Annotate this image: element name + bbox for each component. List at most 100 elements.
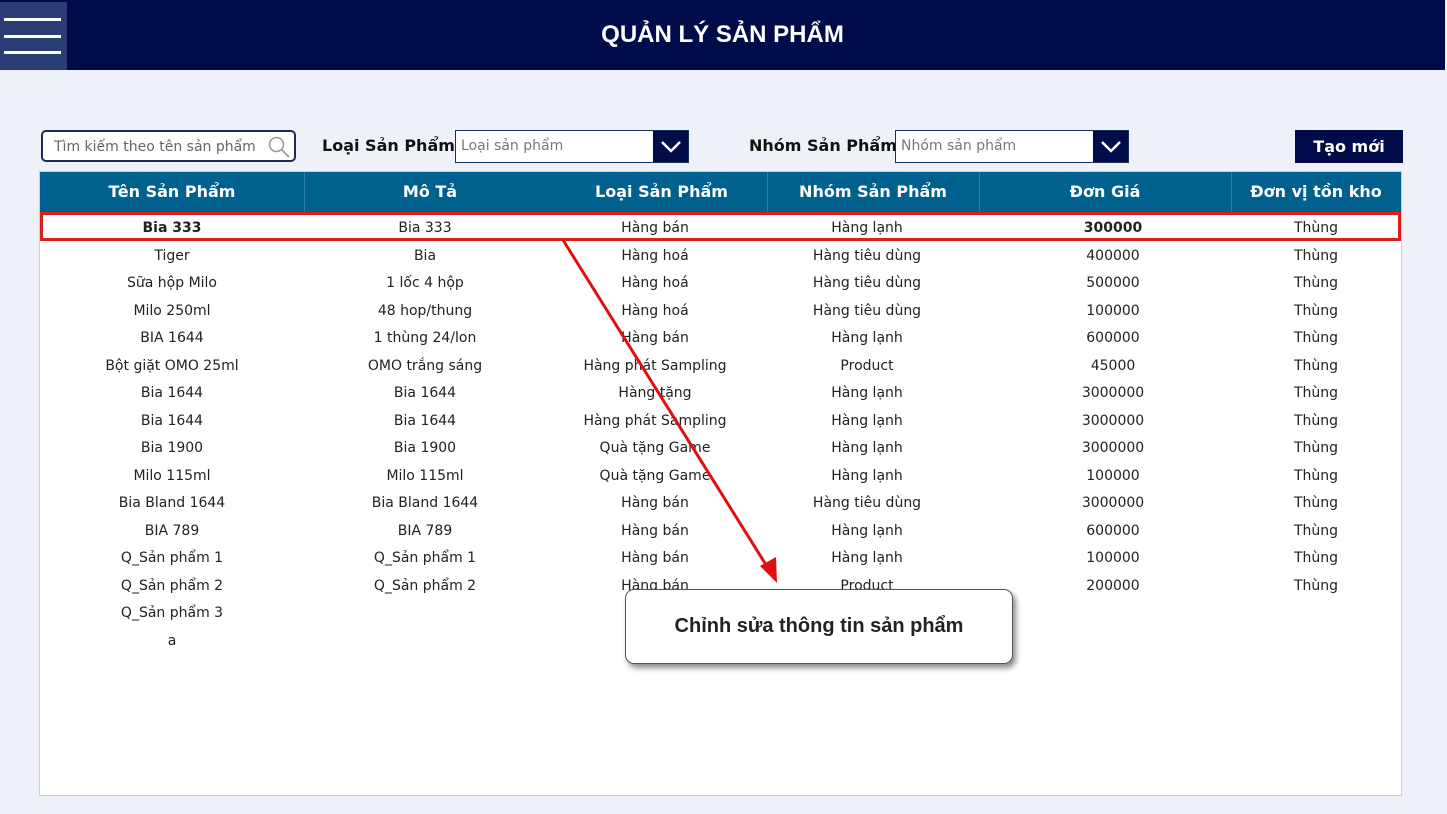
- cell-unit: Thùng: [1293, 275, 1339, 291]
- cell-name: BIA 1644: [140, 330, 204, 346]
- cell-unit: Thùng: [1293, 247, 1339, 264]
- table-row[interactable]: BIA 789 BIA 789 Hàng bán Hàng lạnh 600000 Thù…: [40, 517, 1401, 545]
- column-header-unit[interactable]: Đơn vị tồn kho: [1231, 172, 1401, 212]
- table-row[interactable]: Bia 333 Bia 333 Hàng bán Hàng lạnh 300000 Thù…: [40, 214, 1401, 242]
- cell-group: Hàng tiêu dùng: [812, 247, 922, 264]
- cell-unit: Thùng: [1293, 440, 1339, 456]
- cell-type: Hàng bán: [621, 495, 689, 511]
- table-row[interactable]: Bia 1644 Bia 1644 Hàng phát Sampling Hàng l…: [40, 407, 1401, 435]
- cell-name: Sữa hộp Milo: [127, 275, 217, 291]
- cell-unit: Thùng: [1293, 550, 1339, 566]
- cell-unit: Thùng: [1293, 412, 1339, 429]
- type-filter-label: Loại Sản Phẩm: [322, 136, 455, 155]
- cell-unit: Thùng: [1293, 467, 1339, 484]
- cell-type: Quà tặng Game: [599, 467, 711, 484]
- search-input[interactable]: Tìm kiếm theo tên sản phẩm: [41, 130, 296, 162]
- cell-description: Bia: [413, 247, 437, 264]
- create-new-button[interactable]: Tạo mới: [1295, 130, 1403, 163]
- search-placeholder: Tìm kiếm theo tên sản phẩm: [54, 139, 256, 155]
- group-filter-placeholder: Nhóm sản phẩm: [901, 138, 1017, 154]
- table-row[interactable]: Sữa hộp Milo 1 lốc 4 hộp Hàng hoá Hàng tiêu…: [40, 269, 1401, 297]
- cell-type: Hàng tặng: [618, 385, 692, 401]
- cell-name: Bia 1644: [140, 385, 204, 401]
- cell-description: OMO trắng sáng: [367, 357, 483, 374]
- table-row[interactable]: Milo 115ml Milo 115ml Quà tặng Game Hàng lạ…: [40, 462, 1401, 490]
- cell-name: a: [167, 632, 177, 649]
- cell-type: Hàng phát Sampling: [583, 357, 727, 374]
- cell-unit: Thùng: [1293, 302, 1339, 319]
- cell-unit: Thùng: [1293, 330, 1339, 346]
- product-table: Tên Sản Phẩm Mô Tả Loại Sản Phẩm Nhóm Sả…: [39, 171, 1402, 796]
- table-row[interactable]: Milo 250ml 48 hop/thung Hàng hoá Hàng tiêu …: [40, 297, 1401, 325]
- cell-description: [305, 627, 545, 655]
- cell-unit: Thùng: [1293, 357, 1339, 374]
- cell-unit: Thùng: [1293, 385, 1339, 401]
- cell-type: Hàng bán: [621, 522, 689, 539]
- cell-unit: Thùng: [1293, 495, 1339, 511]
- cell-group: Hàng tiêu dùng: [812, 302, 922, 319]
- group-filter-label: Nhóm Sản Phẩm: [749, 136, 897, 155]
- cell-description: 48 hop/thung: [377, 302, 473, 319]
- cell-name: Bia 333: [142, 220, 202, 236]
- column-header-group[interactable]: Nhóm Sản Phẩm: [767, 172, 979, 212]
- cell-type: Hàng hoá: [621, 247, 689, 264]
- search-icon[interactable]: [267, 135, 291, 159]
- table-row[interactable]: Bia Bland 1644 Bia Bland 1644 Hàng bán Hàng…: [40, 489, 1401, 517]
- column-header-description[interactable]: Mô Tả: [304, 172, 556, 212]
- chevron-down-icon[interactable]: [1093, 131, 1128, 162]
- table-row[interactable]: Bia 1900 Bia 1900 Quà tặng Game Hàng lạnh 30…: [40, 434, 1401, 462]
- chevron-down-icon[interactable]: [653, 131, 688, 162]
- cell-type: Hàng bán: [621, 330, 689, 346]
- cell-name: Milo 250ml: [133, 302, 211, 319]
- cell-group: Product: [840, 357, 894, 374]
- cell-group: Hàng lạnh: [831, 330, 903, 346]
- cell-unit: [1196, 599, 1436, 627]
- cell-group: Hàng lạnh: [831, 550, 903, 566]
- cell-description: Bia Bland 1644: [371, 495, 479, 511]
- table-header: Tên Sản Phẩm Mô Tả Loại Sản Phẩm Nhóm Sả…: [40, 172, 1401, 212]
- cell-name: Q_Sản phẩm 1: [120, 550, 224, 566]
- cell-name: Milo 115ml: [133, 467, 211, 484]
- cell-group: Hàng lạnh: [831, 385, 903, 401]
- cell-description: Bia 1644: [393, 412, 457, 429]
- cell-description: Q_Sản phẩm 2: [373, 577, 477, 594]
- cell-description: 1 thùng 24/lon: [373, 330, 477, 346]
- cell-description: Bia 333: [398, 220, 452, 236]
- column-header-price[interactable]: Đơn Giá: [979, 172, 1231, 212]
- column-header-type[interactable]: Loại Sản Phẩm: [556, 172, 767, 212]
- type-filter-placeholder: Loại sản phẩm: [461, 138, 564, 154]
- cell-type: Hàng bán: [621, 220, 689, 236]
- cell-unit: Thùng: [1293, 220, 1339, 236]
- cell-group: Hàng lạnh: [831, 467, 903, 484]
- table-row[interactable]: BIA 1644 1 thùng 24/lon Hàng bán Hàng lạnh 6…: [40, 324, 1401, 352]
- cell-description: BIA 789: [397, 522, 453, 539]
- group-filter-dropdown[interactable]: Nhóm sản phẩm: [895, 130, 1129, 163]
- table-row[interactable]: Bột giặt OMO 25ml OMO trắng sáng Hàng phát…: [40, 352, 1401, 380]
- cell-unit: Thùng: [1293, 577, 1339, 594]
- cell-name: Bia 1644: [140, 412, 204, 429]
- column-header-name[interactable]: Tên Sản Phẩm: [40, 172, 304, 212]
- cell-name: Q_Sản phẩm 3: [120, 605, 224, 621]
- cell-type: Hàng phát Sampling: [583, 412, 727, 429]
- cell-type: Hàng hoá: [621, 275, 689, 291]
- cell-unit: Thùng: [1293, 522, 1339, 539]
- cell-group: Hàng lạnh: [831, 412, 903, 429]
- cell-group: Hàng tiêu dùng: [812, 275, 922, 291]
- cell-name: Tiger: [154, 247, 190, 264]
- table-row[interactable]: Q_Sản phẩm 1 Q_Sản phẩm 1 Hàng bán Hàng lạn…: [40, 544, 1401, 572]
- page-title: QUẢN LÝ SẢN PHẨM: [601, 21, 844, 48]
- annotation-callout: Chỉnh sửa thông tin sản phẩm: [625, 589, 1013, 664]
- cell-name: Q_Sản phẩm 2: [120, 577, 224, 594]
- table-row[interactable]: Bia 1644 Bia 1644 Hàng tặng Hàng lạnh 300000…: [40, 379, 1401, 407]
- type-filter-dropdown[interactable]: Loại sản phẩm: [455, 130, 689, 163]
- cell-description: Bia 1644: [393, 385, 457, 401]
- cell-description: 1 lốc 4 hộp: [386, 275, 464, 291]
- cell-unit: [1196, 627, 1436, 655]
- cell-group: Hàng tiêu dùng: [812, 495, 922, 511]
- cell-description: [305, 599, 545, 627]
- cell-name: BIA 789: [144, 522, 200, 539]
- table-row[interactable]: Tiger Bia Hàng hoá Hàng tiêu dùng 400000 Thùn…: [40, 242, 1401, 270]
- cell-name: Bia Bland 1644: [118, 495, 226, 511]
- app-header: QUẢN LÝ SẢN PHẨM: [0, 0, 1445, 70]
- cell-description: Milo 115ml: [386, 467, 464, 484]
